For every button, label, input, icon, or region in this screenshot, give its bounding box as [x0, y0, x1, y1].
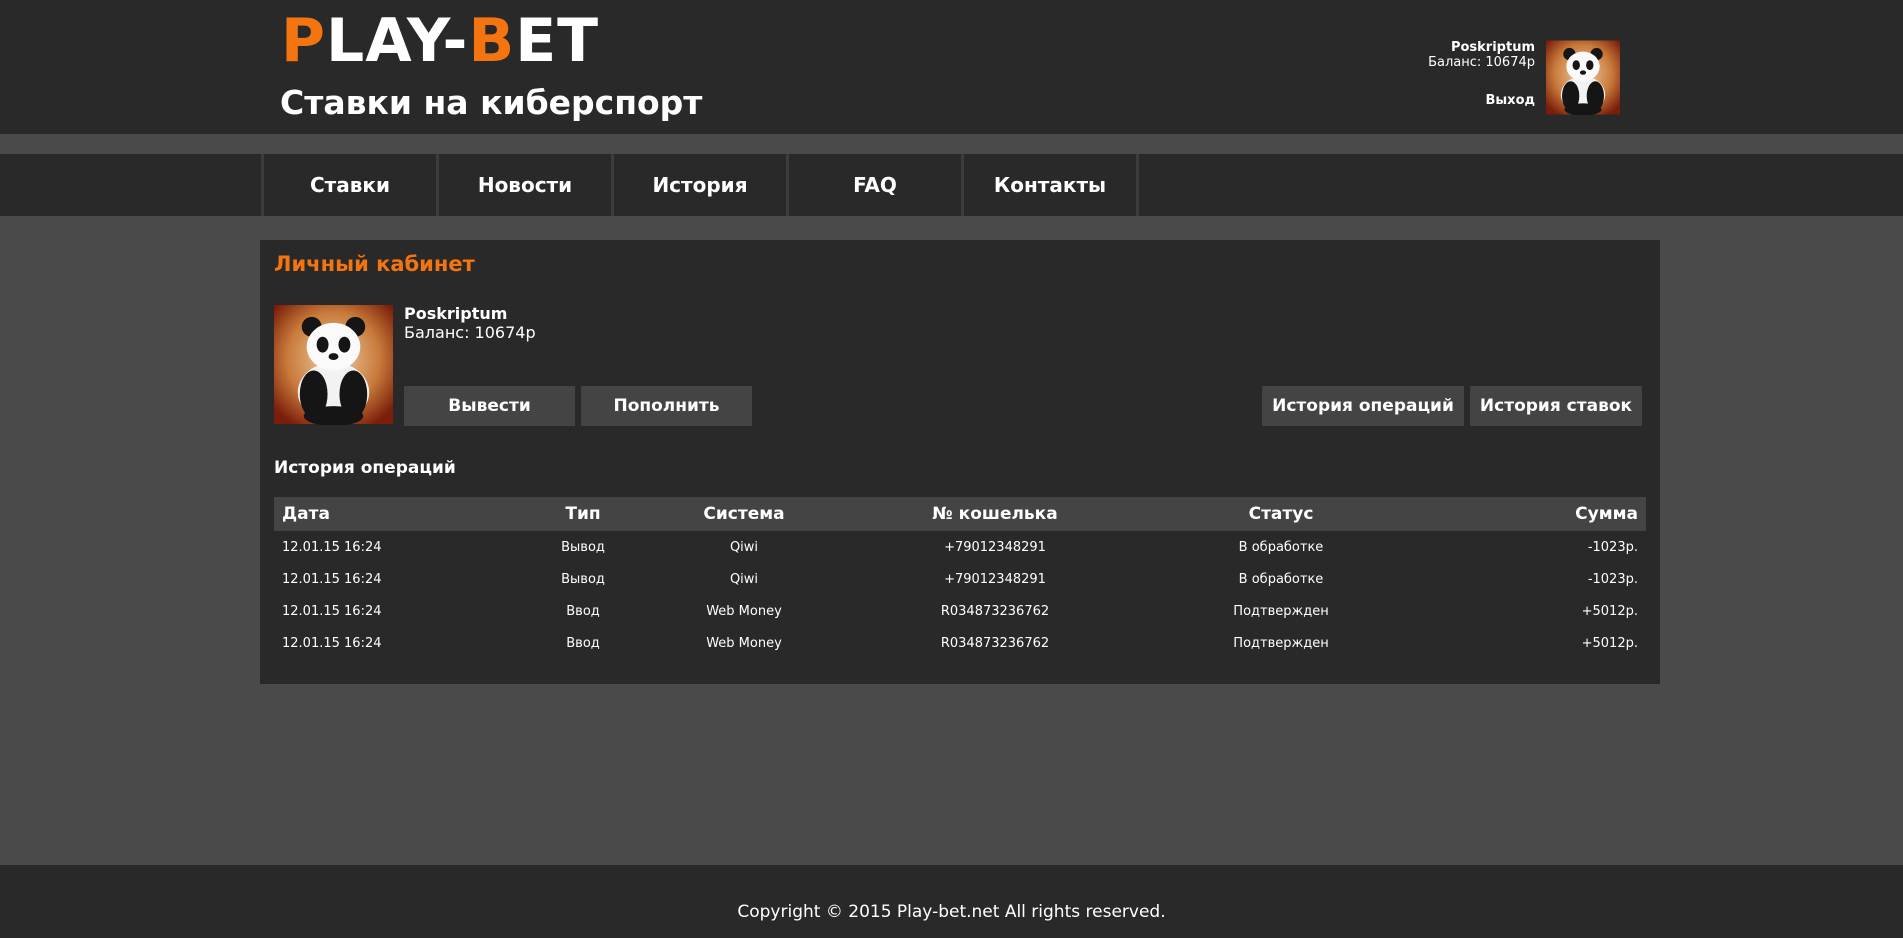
profile-balance: Баланс: 10674р: [404, 323, 536, 342]
column-header-wallet: № кошелька: [932, 504, 1058, 524]
cell-status: Подтвержден: [1233, 603, 1329, 619]
account-panel: Личный кабинет Poskriptum Баланс: 10674р…: [260, 240, 1660, 684]
logout-link[interactable]: Выход: [1428, 93, 1535, 108]
cell-amount: -1023р.: [1587, 539, 1638, 555]
profile-info: Poskriptum Баланс: 10674р: [404, 304, 536, 342]
site-tagline: Ставки на киберспорт: [280, 83, 703, 122]
site-logo[interactable]: PLAY-BET: [281, 10, 599, 72]
cell-amount: -1023р.: [1587, 571, 1638, 587]
site-footer: Copyright © 2015 Play-bet.net All rights…: [0, 865, 1903, 938]
table-row: 12.01.15 16:24 Ввод Web Money R034873236…: [274, 627, 1646, 659]
nav-item-bets[interactable]: Ставки: [261, 154, 436, 216]
bets-history-button[interactable]: История ставок: [1470, 386, 1642, 426]
column-header-system: Система: [703, 504, 785, 524]
panda-avatar-icon[interactable]: [1546, 40, 1620, 115]
cell-type: Вывод: [561, 539, 605, 555]
cell-system: Web Money: [706, 603, 782, 619]
cell-system: Qiwi: [729, 571, 759, 587]
cell-wallet: +79012348291: [944, 539, 1046, 555]
logo-letter-b: B: [468, 6, 516, 76]
logo-letter-p: P: [281, 6, 326, 76]
logo-text-et: ET: [515, 6, 600, 76]
cell-wallet: +79012348291: [944, 571, 1046, 587]
cell-wallet: R034873236762: [940, 603, 1050, 619]
column-header-status: Статус: [1248, 504, 1314, 524]
cell-status: В обработке: [1238, 571, 1324, 587]
page-title: Личный кабинет: [274, 252, 475, 276]
cell-type: Вывод: [561, 571, 605, 587]
cell-wallet: R034873236762: [940, 635, 1050, 651]
table-header-row: Дата Тип Система № кошелька Статус Сумма: [274, 497, 1646, 531]
table-row: 12.01.15 16:24 Вывод Qiwi +79012348291 В…: [274, 563, 1646, 595]
cell-amount: +5012р.: [1581, 635, 1638, 651]
cell-date: 12.01.15 16:24: [282, 539, 382, 555]
logo-text-lay: LAY-: [325, 6, 469, 76]
main-nav: Ставки Новости История FAQ Контакты: [0, 154, 1903, 216]
cell-date: 12.01.15 16:24: [282, 635, 382, 651]
column-header-type: Тип: [565, 504, 601, 524]
nav-item-news[interactable]: Новости: [436, 154, 611, 216]
copyright-text: Copyright © 2015 Play-bet.net All rights…: [737, 902, 1166, 922]
header-balance: Баланс: 10674р: [1428, 55, 1535, 70]
operations-history-button[interactable]: История операций: [1262, 386, 1464, 426]
panda-avatar-large-icon: [274, 305, 393, 425]
operations-history-heading: История операций: [274, 458, 456, 478]
table-row: 12.01.15 16:24 Ввод Web Money R034873236…: [274, 595, 1646, 627]
cell-system: Web Money: [706, 635, 782, 651]
site-header: PLAY-BET Ставки на киберспорт Poskriptum…: [0, 0, 1903, 134]
cell-amount: +5012р.: [1581, 603, 1638, 619]
header-username[interactable]: Poskriptum: [1428, 40, 1535, 55]
nav-item-contacts[interactable]: Контакты: [961, 154, 1139, 216]
deposit-button[interactable]: Пополнить: [581, 386, 752, 426]
cell-date: 12.01.15 16:24: [282, 571, 382, 587]
cell-status: Подтвержден: [1233, 635, 1329, 651]
cell-date: 12.01.15 16:24: [282, 603, 382, 619]
nav-item-faq[interactable]: FAQ: [786, 154, 961, 216]
profile-username: Poskriptum: [404, 304, 508, 323]
cell-status: В обработке: [1238, 539, 1324, 555]
column-header-amount: Сумма: [1575, 504, 1638, 524]
table-row: 12.01.15 16:24 Вывод Qiwi +79012348291 В…: [274, 531, 1646, 563]
column-header-date: Дата: [282, 504, 330, 524]
header-user-info: Poskriptum Баланс: 10674р Выход: [1428, 40, 1535, 108]
cell-type: Ввод: [566, 603, 600, 619]
nav-item-history[interactable]: История: [611, 154, 786, 216]
cell-type: Ввод: [566, 635, 600, 651]
operations-table: Дата Тип Система № кошелька Статус Сумма…: [274, 497, 1646, 659]
cell-system: Qiwi: [729, 539, 759, 555]
withdraw-button[interactable]: Вывести: [404, 386, 575, 426]
